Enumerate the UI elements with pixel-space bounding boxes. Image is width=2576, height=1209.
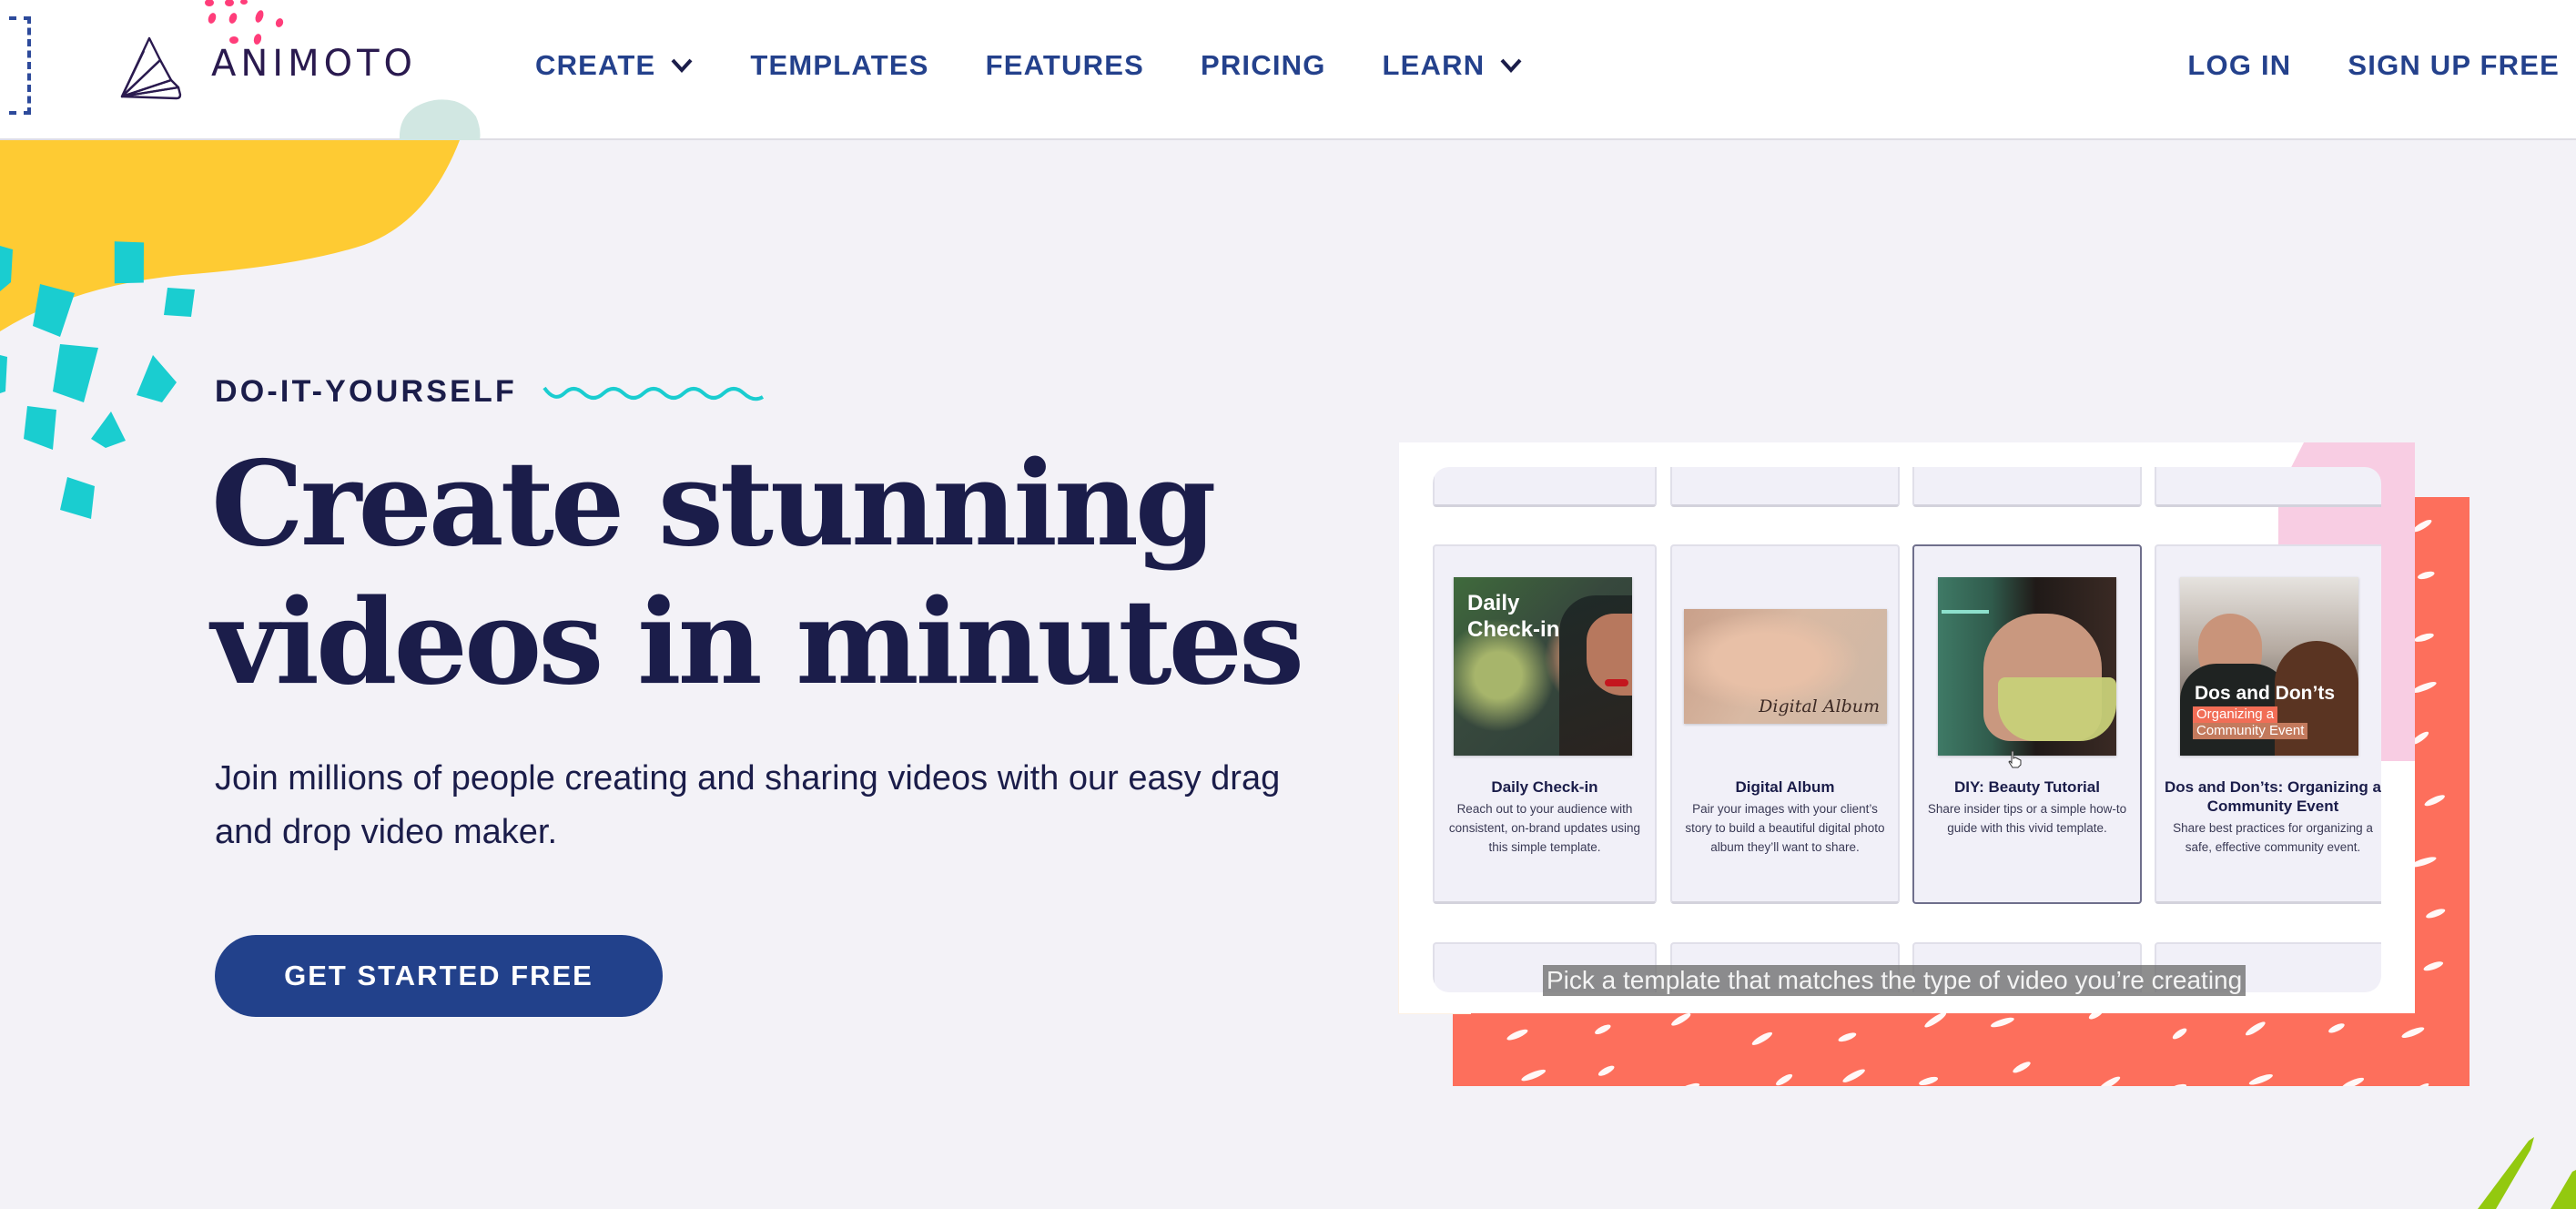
template-grid: Daily Check-in Daily Check-in Reach out … bbox=[1433, 467, 2381, 992]
template-description: Pair your images with your client’s stor… bbox=[1685, 802, 1885, 854]
brush-mark bbox=[2248, 1074, 2273, 1085]
brush-mark bbox=[1838, 1032, 1857, 1042]
hero-headline: Create stunning videos in minutes bbox=[211, 435, 1394, 712]
template-card-diy-beauty-tutorial[interactable]: DIY: Beauty Tutorial Share insider tips … bbox=[1912, 544, 2142, 904]
hand-cursor-icon bbox=[2008, 750, 2022, 768]
template-description: Share insider tips or a simple how-to gu… bbox=[1927, 802, 2127, 835]
brush-mark bbox=[1776, 1073, 1793, 1086]
brush-mark bbox=[2245, 1021, 2266, 1036]
brush-mark bbox=[2172, 1028, 2187, 1040]
chevron-down-icon bbox=[1500, 58, 1522, 73]
hero-headline-line-2: videos in minutes bbox=[211, 574, 1304, 711]
hero-subtitle: Join millions of people creating and sha… bbox=[215, 759, 1281, 851]
brush-mark bbox=[1751, 1031, 1773, 1045]
template-description: Share best practices for organizing a sa… bbox=[2173, 821, 2373, 854]
digital-album-thumbnail: Digital Album bbox=[1684, 609, 1887, 724]
template-card-daily-check-in[interactable]: Daily Check-in Daily Check-in Reach out … bbox=[1433, 544, 1657, 904]
hero-headline-line-1: Create stunning bbox=[211, 436, 1216, 573]
teal-brush-dabs-decoration bbox=[0, 241, 195, 519]
brush-mark bbox=[2401, 1027, 2425, 1038]
template-description: Reach out to your audience with consiste… bbox=[1448, 802, 1641, 854]
brush-mark bbox=[2424, 795, 2445, 807]
wave-decoration bbox=[543, 386, 765, 401]
brush-mark bbox=[2165, 1083, 2187, 1086]
brush-mark bbox=[1595, 1024, 1611, 1035]
dos-and-donts-thumbnail: Dos and Don’ts Organizing a Community Ev… bbox=[2180, 577, 2358, 756]
brush-mark bbox=[2418, 571, 2435, 580]
nav-learn-label: LEARN bbox=[1382, 49, 1486, 81]
brush-mark bbox=[2098, 1076, 2121, 1086]
brush-mark bbox=[1521, 1069, 1547, 1082]
nav-features-label: FEATURES bbox=[985, 49, 1144, 81]
template-card-partial[interactable] bbox=[2155, 467, 2381, 507]
brush-mark bbox=[2423, 961, 2444, 971]
daily-check-in-thumbnail: Daily Check-in bbox=[1454, 577, 1632, 756]
brush-mark bbox=[1842, 1069, 1865, 1082]
brush-mark bbox=[2414, 633, 2434, 642]
brush-mark bbox=[2328, 1023, 2345, 1033]
template-card-partial[interactable] bbox=[1670, 467, 1900, 507]
chevron-down-icon bbox=[671, 58, 693, 73]
nav-templates-label: TEMPLATES bbox=[750, 49, 929, 81]
mint-blob-decoration bbox=[399, 99, 481, 140]
template-title: Daily Check-in bbox=[1491, 778, 1598, 796]
nav-features[interactable]: FEATURES bbox=[986, 49, 1144, 82]
template-card-dos-and-donts[interactable]: Dos and Don’ts Organizing a Community Ev… bbox=[2155, 544, 2381, 904]
nav-create-label: CREATE bbox=[535, 49, 656, 81]
brush-mark bbox=[2013, 1062, 2031, 1073]
brush-mark bbox=[2426, 909, 2446, 919]
brush-mark bbox=[1506, 1029, 1528, 1041]
hero-eyebrow: DO-IT-YOURSELF bbox=[215, 374, 517, 409]
template-title: DIY: Beauty Tutorial bbox=[1954, 778, 2100, 796]
brush-mark bbox=[1671, 1013, 1691, 1026]
video-caption-overlay: Pick a template that matches the type of… bbox=[1543, 965, 2246, 996]
template-title: Digital Album bbox=[1735, 778, 1835, 796]
dashed-bracket-decoration bbox=[9, 16, 31, 115]
nav-pricing[interactable]: PRICING bbox=[1201, 49, 1326, 82]
account-nav: LOG IN SIGN UP FREE bbox=[2187, 45, 2560, 86]
nav-learn[interactable]: LEARN bbox=[1383, 49, 1524, 82]
primary-nav: CREATE TEMPLATES FEATURES PRICING LEARN bbox=[535, 45, 1523, 86]
template-card-digital-album[interactable]: Digital Album Digital Album Pair your im… bbox=[1670, 544, 1900, 904]
brush-mark bbox=[1919, 1076, 1939, 1086]
get-started-free-button[interactable]: GET STARTED FREE bbox=[215, 935, 663, 1017]
template-card-partial[interactable] bbox=[1433, 467, 1657, 507]
diy-beauty-tutorial-thumbnail bbox=[1938, 577, 2116, 756]
logo-wordmark: ANIMOTO bbox=[211, 43, 417, 85]
pink-dots-decoration bbox=[205, 0, 284, 45]
site-header: ANIMOTO CREATE TEMPLATES FEATURES PRICIN… bbox=[0, 0, 2576, 140]
login-link[interactable]: LOG IN bbox=[2187, 49, 2291, 82]
nav-pricing-label: PRICING bbox=[1200, 49, 1326, 81]
brush-mark bbox=[1991, 1017, 2014, 1028]
brush-mark bbox=[2405, 1082, 2429, 1086]
nav-templates[interactable]: TEMPLATES bbox=[750, 49, 928, 82]
lime-brush-decoration bbox=[2478, 1137, 2576, 1209]
thumb-caption: Daily Check-in bbox=[1467, 591, 1560, 642]
brush-mark bbox=[1597, 1065, 1615, 1076]
brush-mark bbox=[2341, 1077, 2365, 1086]
brush-mark bbox=[1678, 1082, 1700, 1086]
signup-link[interactable]: SIGN UP FREE bbox=[2348, 49, 2560, 82]
template-title: Dos and Don’ts: Organizing a Community E… bbox=[2164, 778, 2381, 815]
template-gallery-panel: Daily Check-in Daily Check-in Reach out … bbox=[1399, 442, 2415, 1013]
nav-create[interactable]: CREATE bbox=[535, 49, 694, 82]
template-card-partial[interactable] bbox=[1912, 467, 2142, 507]
